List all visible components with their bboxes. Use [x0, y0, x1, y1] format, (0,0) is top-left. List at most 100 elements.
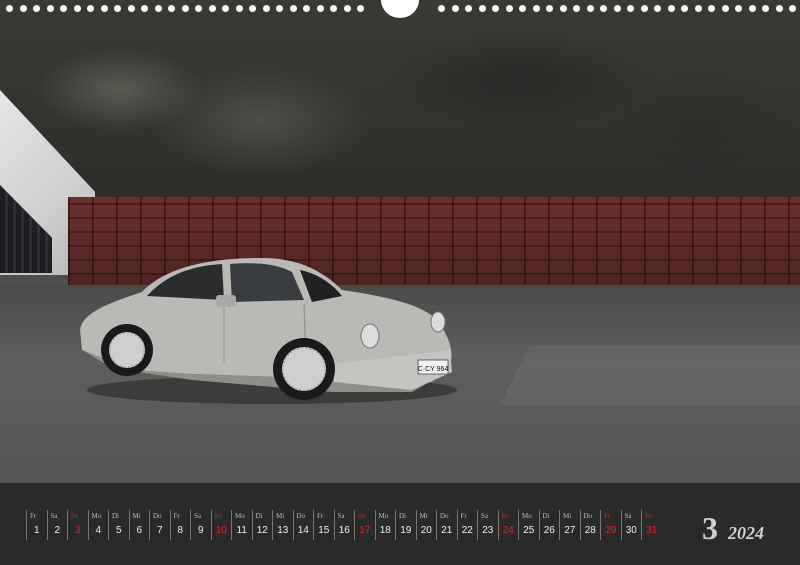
- day-cell: Di 19: [395, 510, 416, 540]
- day-cell: Mi 20: [415, 510, 437, 540]
- day-number: 20: [420, 525, 432, 536]
- binding-hole: [154, 5, 162, 12]
- weekday-label: Sa: [50, 512, 58, 520]
- weekday-label: Sa: [337, 512, 345, 520]
- day-number: 1: [33, 525, 40, 536]
- binding-hole: [681, 5, 688, 12]
- day-cell: Do 21: [436, 510, 457, 540]
- day-cell: Fr 8: [169, 510, 191, 540]
- binding-hole: [654, 5, 661, 12]
- binding-hole: [762, 5, 769, 12]
- weekday-label: Mi: [419, 512, 428, 520]
- day-number: 24: [502, 525, 514, 536]
- day-number: 30: [625, 525, 637, 536]
- day-number: 13: [277, 525, 289, 536]
- day-cell: Mi 6: [128, 510, 150, 540]
- binding-hole: [181, 5, 189, 12]
- day-number: 2: [54, 525, 61, 536]
- pavement-patch: [500, 345, 800, 405]
- day-cell: Mo 11: [231, 510, 252, 540]
- binding-hole: [559, 5, 567, 12]
- car-photo: C·CY 964: [0, 0, 800, 483]
- binding-hole: [586, 5, 594, 12]
- weekday-label: Sa: [194, 512, 201, 520]
- day-cell: So 24: [497, 510, 519, 540]
- weekday-label: So: [71, 512, 79, 520]
- day-cell: Do 28: [579, 510, 601, 540]
- day-cell: So 31: [641, 510, 662, 540]
- binding-hole: [573, 5, 580, 12]
- weekday-label: So: [358, 512, 366, 520]
- day-number: 29: [605, 525, 617, 536]
- day-row: Fr 1 Sa 2 So 3 Mo 4 Di 5 Mi 6 Do 7 Fr 8 Sa 9 So 10 Mo 11 Di 12 M…: [26, 510, 662, 540]
- day-cell: Di 5: [108, 510, 129, 540]
- weekday-label: Fr: [604, 512, 611, 520]
- weekday-label: Sa: [624, 512, 632, 520]
- binding-hole: [721, 5, 729, 12]
- weekday-label: Fr: [30, 512, 37, 520]
- rock-cliff: [0, 0, 800, 215]
- weekday-label: Mi: [276, 512, 285, 520]
- weekday-label: Mo: [522, 512, 532, 520]
- day-cell: Fr 22: [456, 510, 478, 540]
- binding-hole: [640, 5, 648, 12]
- weekday-label: Fr: [317, 512, 324, 520]
- day-number: 8: [177, 525, 184, 536]
- weekday-label: Di: [399, 512, 406, 520]
- binding-hole: [114, 5, 121, 12]
- weekday-label: Mi: [563, 512, 572, 520]
- day-number: 5: [115, 525, 122, 536]
- weekday-label: Mo: [378, 512, 389, 520]
- binding-hole: [735, 5, 742, 12]
- day-cell: Mi 27: [559, 510, 580, 540]
- weekday-label: Di: [255, 512, 263, 520]
- weekday-label: So: [645, 512, 653, 520]
- weekday-label: Mi: [132, 512, 141, 520]
- day-cell: Mo 25: [518, 510, 539, 540]
- binding-hole: [168, 5, 175, 12]
- day-number: 14: [297, 525, 309, 536]
- day-number: 12: [256, 525, 268, 536]
- weekday-label: Mo: [235, 512, 245, 520]
- binding-hole: [465, 5, 472, 12]
- weekday-label: Fr: [460, 512, 467, 520]
- day-cell: Di 12: [251, 510, 273, 540]
- binding-hole: [33, 5, 40, 12]
- day-number: 4: [95, 525, 102, 536]
- binding-hole: [262, 5, 270, 12]
- license-plate: C·CY 964: [418, 366, 449, 373]
- day-number: 19: [400, 525, 412, 536]
- binding-hole: [451, 5, 459, 12]
- binding-hole: [627, 5, 634, 12]
- day-cell: Mo 18: [374, 510, 396, 540]
- day-cell: Sa 23: [477, 510, 498, 540]
- binding-hole: [303, 5, 310, 12]
- weekday-label: Do: [153, 512, 162, 520]
- day-cell: So 10: [210, 510, 232, 540]
- binding-hole: [546, 5, 553, 12]
- day-cell: Mo 4: [87, 510, 109, 540]
- weekday-label: Di: [542, 512, 550, 520]
- day-cell: Fr 15: [313, 510, 334, 540]
- weekday-label: Fr: [173, 512, 180, 520]
- binding-hole: [222, 5, 229, 12]
- day-number: 15: [318, 525, 330, 536]
- weekday-label: Do: [296, 512, 306, 520]
- binding-hole: [249, 5, 256, 12]
- silver-sports-car: C·CY 964: [80, 258, 457, 404]
- binding-hole: [316, 5, 324, 12]
- binding-hole: [141, 5, 148, 12]
- binding-hole: [357, 5, 364, 12]
- weekday-label: Sa: [481, 512, 488, 520]
- binding-hole: [438, 5, 445, 12]
- day-cell: Sa 16: [333, 510, 355, 540]
- binding-hole: [100, 5, 108, 12]
- day-number: 18: [379, 525, 391, 536]
- binding-hole: [667, 5, 675, 12]
- day-number: 6: [136, 525, 143, 536]
- day-number: 22: [461, 525, 473, 536]
- day-number: 9: [197, 525, 204, 536]
- binding-hole: [208, 5, 216, 12]
- day-number: 31: [646, 525, 658, 536]
- day-number: 11: [236, 525, 247, 536]
